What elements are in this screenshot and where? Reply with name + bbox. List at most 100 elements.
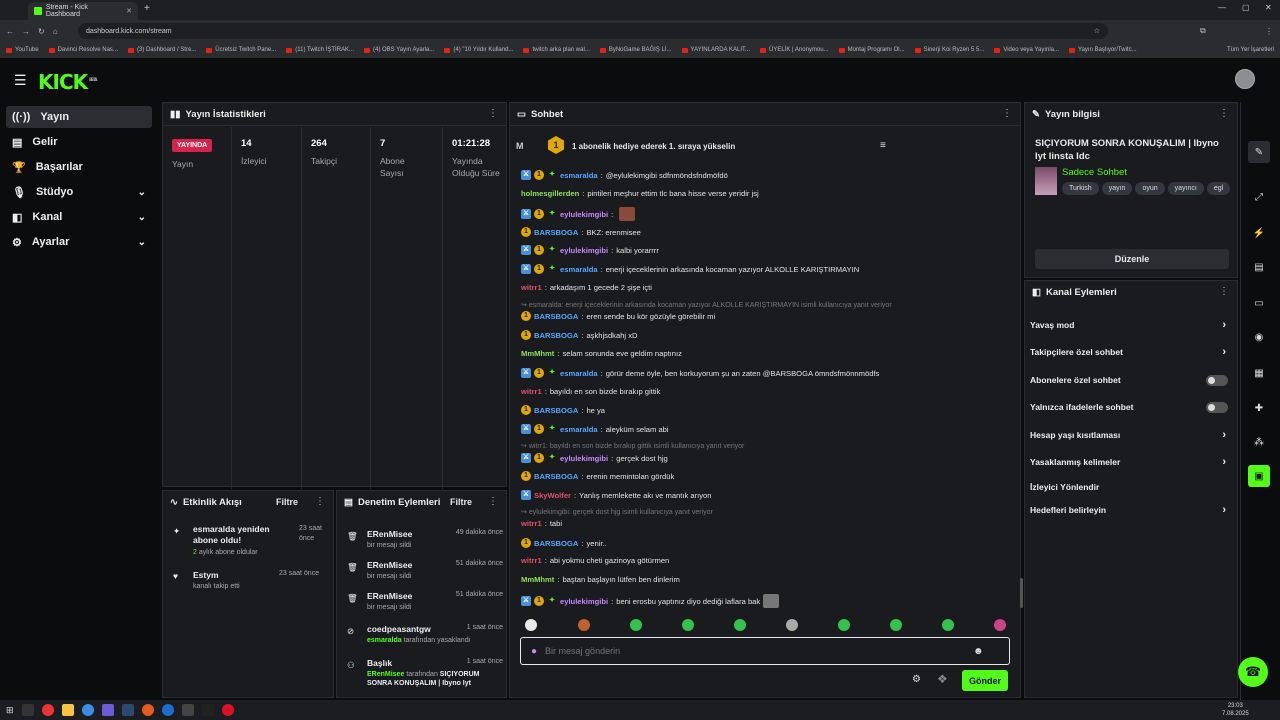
bookmark-item[interactable]: Davinci Resolve Nas... bbox=[48, 47, 118, 53]
chat-message[interactable]: ⚔ 1 ✦ esmaralda: aleyküm selam abi bbox=[521, 424, 1016, 434]
chat-message[interactable]: ⚔ 1 ✦ esmaralda: @eylulekimgibi sdfnmöndsfnd… bbox=[521, 170, 1016, 180]
chat-username[interactable]: SkyWolfer bbox=[534, 491, 571, 500]
chat-username[interactable]: witrr1 bbox=[521, 519, 542, 528]
chat-username[interactable]: MmMhmt bbox=[521, 575, 554, 584]
toggle-switch[interactable] bbox=[1206, 374, 1228, 386]
chat-username[interactable]: eylulekimgibi bbox=[560, 210, 608, 219]
back-icon[interactable]: ← bbox=[6, 27, 14, 36]
all-bookmarks[interactable]: Tüm Yer İşaretleri bbox=[1227, 47, 1274, 53]
taskbar-app-icon[interactable] bbox=[61, 704, 74, 716]
chat-username[interactable]: esmaralda bbox=[560, 171, 598, 180]
emoji-icon[interactable]: ☻ bbox=[973, 646, 984, 657]
stream-tag[interactable]: yayıncı bbox=[1167, 182, 1204, 195]
channel-action-item[interactable]: Yasaklanmış kelimeler › bbox=[1030, 453, 1230, 471]
bookmark-item[interactable]: Montaj Programı Ol... bbox=[838, 47, 905, 53]
chat-username[interactable]: BARSBOGA bbox=[534, 539, 578, 548]
emote-icon[interactable] bbox=[838, 619, 850, 631]
taskbar-app-icon[interactable] bbox=[121, 704, 134, 716]
kick-logo[interactable]: KICK BETA bbox=[38, 70, 97, 94]
chat-username[interactable]: esmaralda bbox=[560, 425, 598, 434]
bookmark-item[interactable]: ByNoGame BAĞIŞ Lİ... bbox=[599, 47, 672, 53]
more-options-icon[interactable]: ⋮ bbox=[1002, 108, 1012, 119]
star-icon[interactable]: ☆ bbox=[1094, 27, 1100, 35]
microphone-icon[interactable]: ● bbox=[531, 646, 537, 657]
chat-input-box[interactable]: ● ☻ bbox=[520, 637, 1010, 665]
taskbar-app-icon[interactable] bbox=[161, 704, 174, 716]
chat-message[interactable]: ⚔ SkyWolfer: Yanlış memlekette akı ve mant… bbox=[521, 490, 1016, 500]
taskbar-app-icon[interactable] bbox=[221, 704, 234, 716]
emote-icon[interactable] bbox=[682, 619, 694, 631]
bookmark-item[interactable]: (4) "10 Yıldır Kulland... bbox=[444, 47, 513, 53]
chat-username[interactable]: holmesgillerden bbox=[521, 189, 579, 198]
chat-icon[interactable]: ▭ bbox=[1248, 292, 1270, 314]
channel-action-item[interactable]: Yavaş mod › bbox=[1030, 316, 1230, 334]
channel-action-item[interactable]: Abonelere özel sohbet bbox=[1030, 371, 1230, 389]
chat-username[interactable]: BARSBOGA bbox=[534, 312, 578, 321]
sidebar-item-studyo[interactable]: 🎙 Stüdyo ⌄ bbox=[6, 181, 152, 203]
chat-username[interactable]: BARSBOGA bbox=[534, 228, 578, 237]
maximize-icon[interactable]: ▢ bbox=[1242, 3, 1250, 12]
category-link[interactable]: Sadece Sohbet bbox=[1062, 167, 1127, 178]
chat-username[interactable]: witrr1 bbox=[521, 556, 542, 565]
bookmark-item[interactable]: Ücretsiz Twitch Pane... bbox=[206, 47, 276, 53]
chat-message[interactable]: MmMhmt: selam sonunda eve geldim naptınız bbox=[521, 349, 1016, 358]
chat-message[interactable]: witrr1: tabi bbox=[521, 519, 1016, 528]
taskbar-app-icon[interactable] bbox=[201, 704, 214, 716]
more-options-icon[interactable]: ⋮ bbox=[488, 496, 498, 507]
close-tab-icon[interactable]: ✕ bbox=[126, 7, 132, 15]
emote-icon[interactable] bbox=[630, 619, 642, 631]
chat-message[interactable]: ⚔ 1 ✦ eylulekimgibi: gerçek dost hjg bbox=[521, 453, 1016, 463]
bookmark-item[interactable]: Video veya Yayınla... bbox=[994, 47, 1059, 53]
chat-message[interactable]: witrr1: abi yokmu cheti gazinoya götürmen bbox=[521, 556, 1016, 565]
more-options-icon[interactable]: ⋮ bbox=[488, 108, 498, 119]
chat-message[interactable]: 1 BARSBOGA: erenin memintolan gördük bbox=[521, 471, 1016, 481]
bookmark-item[interactable]: (11) Twitch İŞTİRAK... bbox=[286, 47, 354, 53]
bookmark-item[interactable]: ÜYELİK | Anonymou... bbox=[759, 47, 829, 53]
edit-stream-button[interactable]: Düzenle bbox=[1035, 249, 1229, 269]
stream-tag[interactable]: egl bbox=[1206, 182, 1231, 195]
chat-message[interactable]: ⚔ 1 ✦ eylulekimgibi: bbox=[521, 207, 1016, 221]
chat-message-input[interactable] bbox=[545, 646, 966, 656]
bookmark-item[interactable]: YouTube bbox=[6, 47, 39, 53]
channel-action-item[interactable]: Takipçilere özel sohbet › bbox=[1030, 343, 1230, 361]
chat-message[interactable]: holmesgillerden: pintileri meşhur ettim t… bbox=[521, 189, 1016, 198]
channel-action-item[interactable]: İzleyici Yönlendir bbox=[1030, 478, 1230, 496]
chat-username[interactable]: esmaralda bbox=[560, 265, 598, 274]
taskbar-app-icon[interactable] bbox=[21, 704, 34, 716]
chat-message[interactable]: 1 BARSBOGA: he ya bbox=[521, 405, 1016, 415]
sidebar-item-gelir[interactable]: ▤ Gelir bbox=[6, 131, 152, 153]
chat-username[interactable]: eylulekimgibi bbox=[560, 454, 608, 463]
emote-icon[interactable] bbox=[994, 619, 1006, 631]
chat-message[interactable]: 1 BARSBOGA: eren sende bu kör gözüyle göre… bbox=[521, 311, 1016, 321]
send-button[interactable]: Gönder bbox=[962, 670, 1008, 691]
menu-dots-icon[interactable]: ⋮ bbox=[1265, 27, 1273, 36]
chat-message[interactable]: ⚔ 1 ✦ eylulekimgibi: kalbi yorarrrr bbox=[521, 245, 1016, 255]
emote-icon[interactable] bbox=[942, 619, 954, 631]
taskbar-app-icon[interactable] bbox=[41, 704, 54, 716]
bookmark-item[interactable]: (4) OBS Yayın Ayarla... bbox=[364, 47, 434, 53]
browser-tab[interactable]: Stream - Kick Dashboard ✕ bbox=[28, 2, 138, 20]
channel-action-item[interactable]: Hedefleri belirleyin › bbox=[1030, 501, 1230, 519]
bookmark-item[interactable]: YAYINLARDA KALIT... bbox=[681, 47, 750, 53]
clock[interactable]: 23:03 7.08.2025 bbox=[1222, 702, 1249, 718]
chat-username[interactable]: MmMhmt bbox=[521, 349, 554, 358]
gift-icon[interactable]: ❖ bbox=[937, 672, 948, 686]
bookmark-item[interactable]: Sinerji Koi Ryzen 5 5... bbox=[914, 47, 984, 53]
home-icon[interactable]: ⌂ bbox=[53, 27, 58, 36]
windows-start-icon[interactable]: ⊞ bbox=[6, 705, 14, 716]
users-icon[interactable]: ⁂ bbox=[1248, 431, 1270, 453]
chat-username[interactable]: witrr1 bbox=[521, 387, 542, 396]
stream-tag[interactable]: Turkish bbox=[1062, 182, 1099, 195]
bookmark-item[interactable]: twitch arka plan wal... bbox=[523, 47, 590, 53]
bookmark-item[interactable]: Yayın Başlıyor/Twitc... bbox=[1069, 47, 1137, 53]
stream-tag[interactable]: oyun bbox=[1135, 182, 1165, 195]
clipboard-icon[interactable]: ▤ bbox=[1248, 256, 1270, 278]
pencil-icon[interactable]: ✎ bbox=[1248, 141, 1270, 163]
toggle-switch[interactable] bbox=[1206, 401, 1228, 413]
channel-action-item[interactable]: Yalnızca ifadelerle sohbet bbox=[1030, 398, 1230, 416]
emote-icon[interactable] bbox=[890, 619, 902, 631]
minimize-icon[interactable]: — bbox=[1218, 3, 1226, 12]
chat-message[interactable]: witrr1: arkadaşım 1 gecede 2 şişe içti bbox=[521, 283, 1016, 292]
reload-icon[interactable]: ↻ bbox=[38, 27, 45, 36]
forward-icon[interactable]: → bbox=[22, 27, 30, 36]
